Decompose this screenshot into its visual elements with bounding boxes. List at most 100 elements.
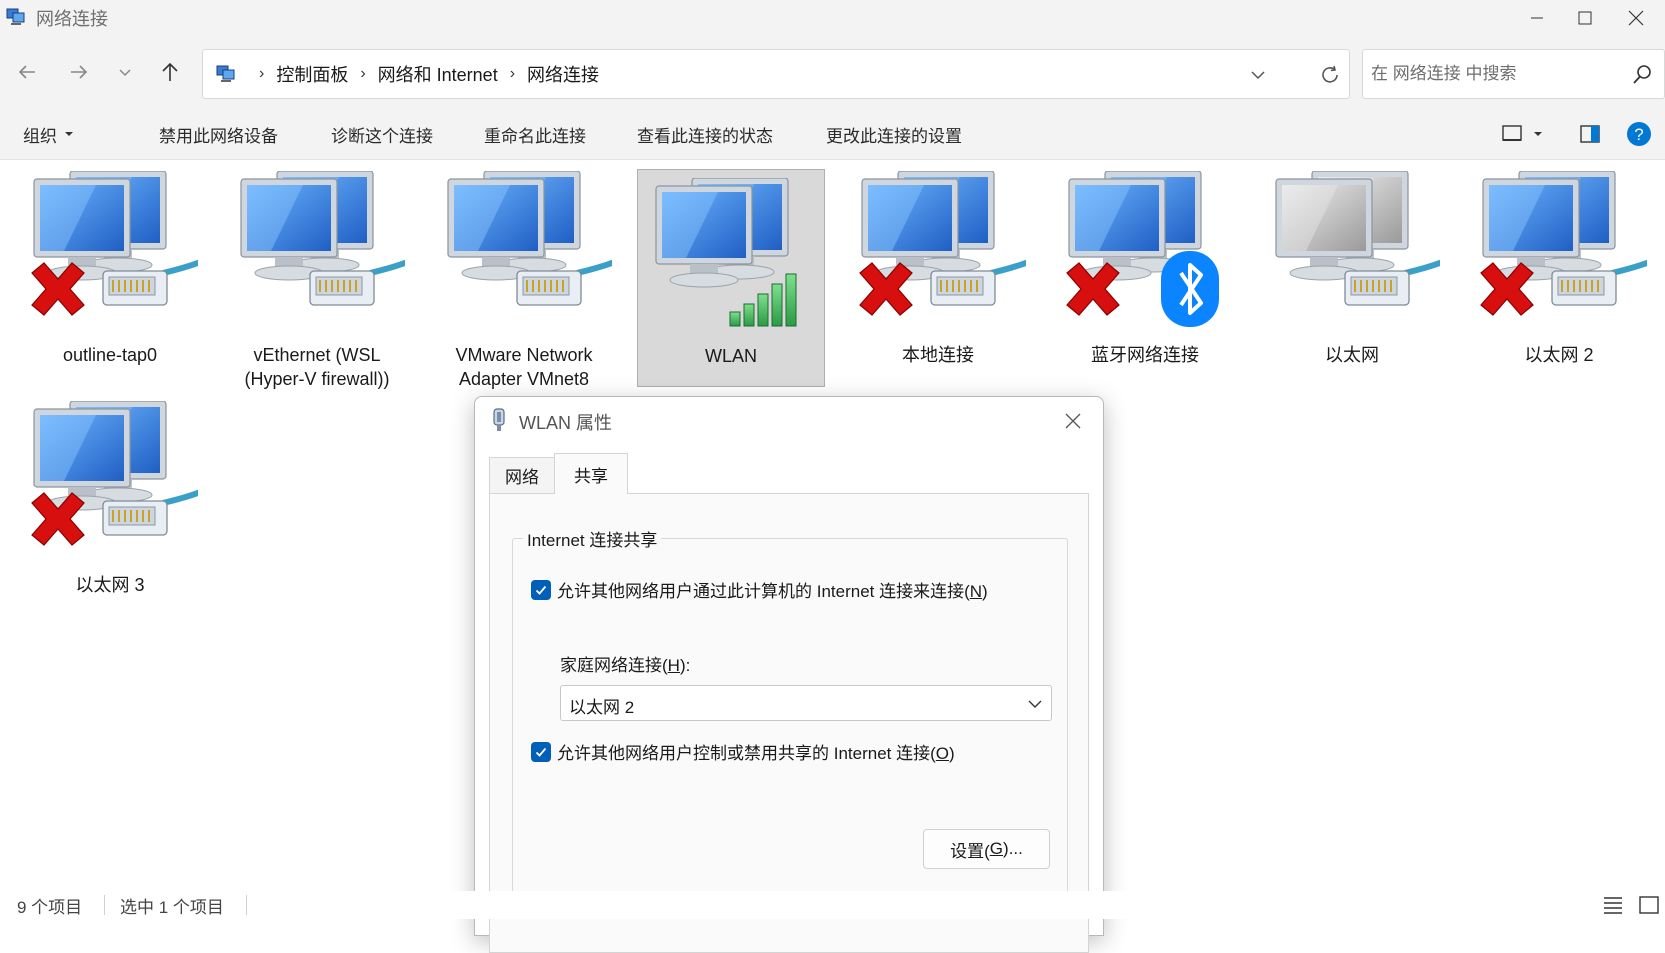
network-pc-icon xyxy=(31,171,198,316)
connection-item[interactable]: 以太网 xyxy=(1258,163,1446,381)
connection-item[interactable]: vEthernet (WSL (Hyper-V firewall)) xyxy=(223,163,411,389)
forward-button[interactable] xyxy=(61,54,97,90)
checkbox-checked[interactable] xyxy=(531,741,551,762)
search-input[interactable] xyxy=(1371,60,1611,88)
tab-network-label: 网络 xyxy=(505,468,539,487)
network-pc-icon xyxy=(31,401,198,546)
wifi-adapter-icon xyxy=(493,408,505,431)
dialog-close-button[interactable] xyxy=(1051,401,1095,441)
connection-name: VMware Network Adapter VMnet8 xyxy=(455,345,593,389)
connection-name: 以太网 2 xyxy=(1524,345,1594,365)
view-status-button[interactable]: 查看此连接的状态 xyxy=(637,108,773,160)
diagnose-label: 诊断这个连接 xyxy=(331,126,433,146)
connection-item[interactable]: 本地连接 xyxy=(844,163,1032,381)
checkbox-checked[interactable] xyxy=(531,579,551,600)
network-pc-icon xyxy=(1066,171,1219,327)
details-view-icon[interactable] xyxy=(1602,895,1624,915)
minimize-icon xyxy=(1531,17,1543,19)
back-button[interactable] xyxy=(9,54,45,90)
svg-text:?: ? xyxy=(1634,125,1643,144)
settings-button[interactable]: 设置(G)... xyxy=(923,829,1050,869)
status-divider xyxy=(104,895,105,915)
search-icon xyxy=(1633,65,1651,84)
change-settings-label: 更改此连接的设置 xyxy=(826,126,962,146)
network-pc-icon xyxy=(655,178,797,327)
help-icon: ? xyxy=(1627,122,1651,146)
home-network-select[interactable]: 以太网 2 xyxy=(560,685,1052,721)
view-status-label: 查看此连接的状态 xyxy=(637,126,773,146)
rename-button[interactable]: 重命名此连接 xyxy=(484,108,586,160)
arrow-right-icon xyxy=(71,65,88,79)
allow-share-label: 允许其他网络用户通过此计算机的 Internet 连接来连接(N) xyxy=(557,582,988,601)
tab-control: 网络 共享 Internet 连接共享 允许其他网络用户通过此计算机的 Inte… xyxy=(489,453,1089,953)
status-divider xyxy=(246,895,247,915)
network-pc-icon xyxy=(447,171,612,306)
diagnose-button[interactable]: 诊断这个连接 xyxy=(331,108,433,160)
connection-item[interactable]: WLAN xyxy=(637,169,825,387)
chevron-down-icon xyxy=(1251,71,1265,80)
breadcrumb-separator: › xyxy=(259,65,265,82)
connection-item[interactable]: 以太网 2 xyxy=(1465,163,1653,381)
breadcrumb-network-connections[interactable]: 网络连接 xyxy=(527,61,599,87)
change-settings-button[interactable]: 更改此连接的设置 xyxy=(826,108,962,160)
help-button[interactable]: ? xyxy=(1624,120,1654,148)
caret-down-icon xyxy=(65,132,73,136)
connection-name: 本地连接 xyxy=(902,345,974,365)
check-icon xyxy=(535,747,547,757)
network-pc-icon xyxy=(1480,171,1647,316)
preview-pane-icon xyxy=(1580,125,1600,143)
close-icon xyxy=(1065,413,1081,429)
minimize-button[interactable] xyxy=(1513,0,1561,36)
breadcrumb-separator: › xyxy=(360,65,366,82)
disable-device-button[interactable]: 禁用此网络设备 xyxy=(159,108,278,160)
tab-network[interactable]: 网络 xyxy=(489,457,555,493)
maximize-button[interactable] xyxy=(1561,0,1609,36)
connection-name: 以太网 xyxy=(1325,345,1379,365)
network-folder-icon xyxy=(216,65,235,82)
address-bar[interactable]: › 控制面板 › 网络和 Internet › 网络连接 xyxy=(202,49,1350,99)
connection-item[interactable]: 蓝牙网络连接 xyxy=(1051,163,1239,381)
ics-group: Internet 连接共享 允许其他网络用户通过此计算机的 Internet 连… xyxy=(512,526,1068,898)
tab-sharing[interactable]: 共享 xyxy=(554,453,628,494)
change-view-button[interactable] xyxy=(1498,120,1548,148)
address-row: › 控制面板 › 网络和 Internet › 网络连接 xyxy=(0,36,1665,108)
chevron-down-icon xyxy=(119,69,131,77)
breadcrumb-separator: › xyxy=(509,65,516,82)
status-bar: 9 个项目 选中 1 个项目 xyxy=(0,891,1665,919)
recent-locations-button[interactable] xyxy=(107,54,143,90)
window-title: 网络连接 xyxy=(36,9,108,29)
tab-sharing-label: 共享 xyxy=(574,466,608,486)
home-network-value: 以太网 2 xyxy=(569,698,635,717)
connection-item[interactable]: outline-tap0 xyxy=(16,163,204,381)
home-network-label: 家庭网络连接(H): xyxy=(560,656,691,675)
refresh-button[interactable] xyxy=(1315,62,1345,88)
wlan-properties-dialog: WLAN 属性 网络 共享 Internet 连接共享 允许其他网络用户通过此计… xyxy=(474,396,1104,953)
connection-item[interactable]: 以太网 3 xyxy=(16,393,204,611)
preview-pane-button[interactable] xyxy=(1576,120,1604,148)
up-button[interactable] xyxy=(152,54,188,90)
network-pc-icon xyxy=(859,171,1026,316)
connection-name: WLAN xyxy=(704,346,757,366)
close-icon xyxy=(1628,10,1644,26)
network-connections-app-icon xyxy=(6,8,25,25)
large-icons-view-icon[interactable] xyxy=(1638,895,1660,915)
connection-name: 蓝牙网络连接 xyxy=(1091,345,1199,365)
arrow-left-icon xyxy=(18,65,35,79)
view-icon xyxy=(1502,125,1522,141)
disable-device-label: 禁用此网络设备 xyxy=(159,126,278,146)
breadcrumb: › 控制面板 › 网络和 Internet › 网络连接 xyxy=(247,50,599,98)
allow-control-label: 允许其他网络用户控制或禁用共享的 Internet 连接(O) xyxy=(557,744,955,763)
allow-control-checkbox[interactable]: 允许其他网络用户控制或禁用共享的 Internet 连接(O) xyxy=(531,739,955,764)
allow-share-checkbox[interactable]: 允许其他网络用户通过此计算机的 Internet 连接来连接(N) xyxy=(531,577,988,602)
rename-label: 重命名此连接 xyxy=(484,126,586,146)
network-pc-icon xyxy=(1275,171,1440,306)
breadcrumb-network-internet[interactable]: 网络和 Internet xyxy=(378,61,498,87)
search-box[interactable] xyxy=(1362,49,1665,99)
organize-menu[interactable]: 组织 xyxy=(23,108,75,160)
breadcrumb-control-panel[interactable]: 控制面板 xyxy=(276,61,348,87)
close-button[interactable] xyxy=(1612,0,1660,36)
address-history-button[interactable] xyxy=(1243,62,1273,88)
network-pc-icon xyxy=(240,171,405,306)
chevron-down-icon xyxy=(1028,700,1042,708)
connection-item[interactable]: VMware Network Adapter VMnet8 xyxy=(430,163,618,389)
